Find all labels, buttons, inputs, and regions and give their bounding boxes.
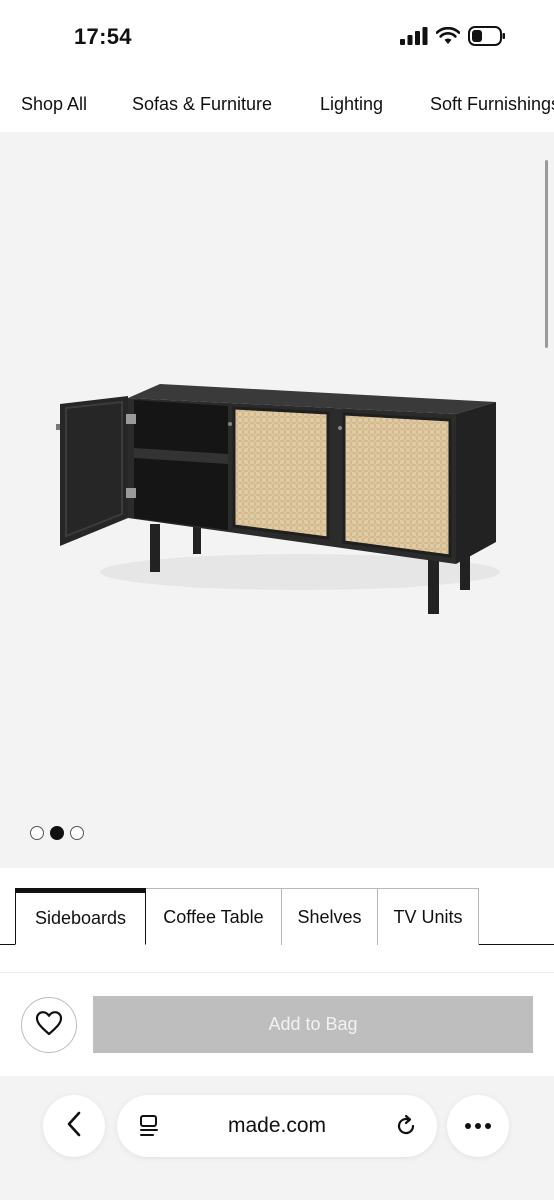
product-image: [56, 384, 500, 614]
more-button[interactable]: [447, 1095, 509, 1157]
gallery-dot-3[interactable]: [70, 826, 84, 840]
tab-shelves[interactable]: Shelves: [281, 888, 378, 945]
address-bar[interactable]: made.com: [117, 1095, 437, 1157]
nav-item-soft-furnishings[interactable]: Soft Furnishings: [430, 94, 554, 115]
heart-icon: [35, 1010, 63, 1041]
gallery-dot-2[interactable]: [50, 826, 64, 840]
back-button[interactable]: [43, 1095, 105, 1157]
nav-item-sofas-furniture[interactable]: Sofas & Furniture: [132, 94, 272, 115]
browser-toolbar: made.com: [0, 1076, 554, 1200]
status-time: 17:54: [74, 24, 132, 49]
url-text: made.com: [227, 1114, 327, 1137]
product-action-bar: Add to Bag: [0, 972, 554, 1076]
battery-icon: [468, 26, 506, 51]
signal-icon: [400, 27, 428, 50]
category-nav: Shop All Sofas & Furniture Lighting Soft…: [0, 76, 554, 132]
chevron-left-icon: [65, 1111, 83, 1142]
status-icons: [400, 26, 506, 51]
tab-coffee-table[interactable]: Coffee Table: [145, 888, 282, 945]
nav-item-lighting[interactable]: Lighting: [320, 94, 383, 115]
tab-tv-units[interactable]: TV Units: [377, 888, 479, 945]
reload-icon[interactable]: [393, 1113, 419, 1144]
gallery-dot-1[interactable]: [30, 826, 44, 840]
status-bar: 17:54: [0, 0, 554, 76]
nav-item-shop-all[interactable]: Shop All: [21, 94, 87, 115]
category-tabs: Sideboards Coffee Table Shelves TV Units: [0, 868, 554, 968]
more-dots-icon: [464, 1117, 492, 1135]
gallery-dots: [30, 826, 84, 840]
wifi-icon: [435, 26, 461, 50]
wishlist-button[interactable]: [21, 997, 77, 1053]
product-gallery[interactable]: [0, 132, 554, 868]
tab-sideboards[interactable]: Sideboards: [15, 888, 146, 945]
add-to-bag-button[interactable]: Add to Bag: [93, 996, 533, 1053]
